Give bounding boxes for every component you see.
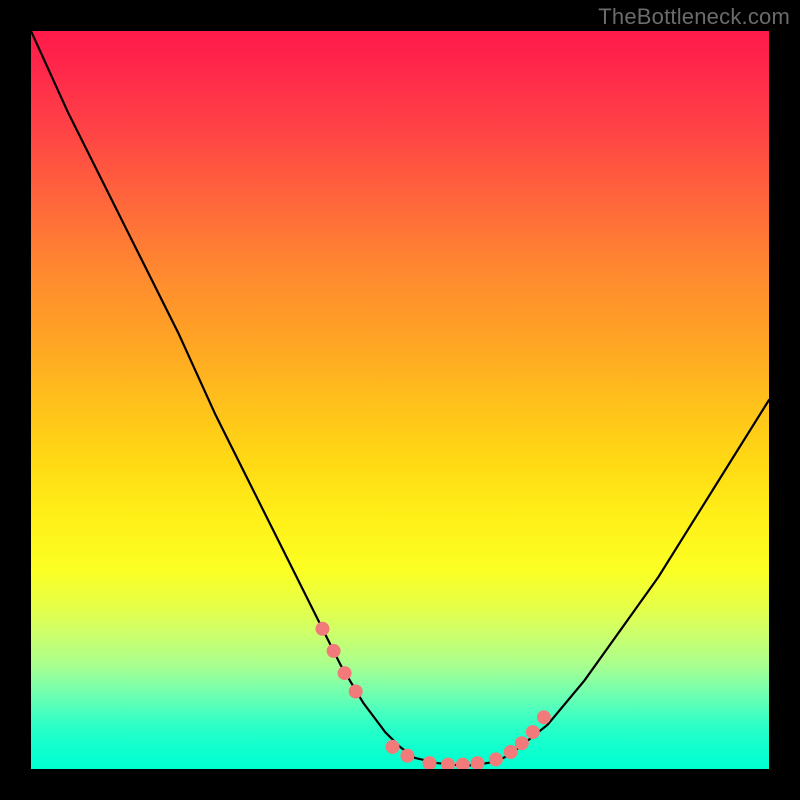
highlight-dot xyxy=(456,758,470,769)
highlight-dot xyxy=(441,758,455,769)
highlight-dot xyxy=(471,756,485,769)
plot-area xyxy=(31,31,769,769)
chart-container: TheBottleneck.com xyxy=(0,0,800,800)
highlight-dot xyxy=(349,685,363,699)
highlight-dots-group xyxy=(316,622,551,769)
highlight-dot xyxy=(327,644,341,658)
curve-svg xyxy=(31,31,769,769)
highlight-dot xyxy=(515,736,529,750)
highlight-dot xyxy=(400,749,414,763)
highlight-dot xyxy=(423,756,437,769)
highlight-dot xyxy=(537,710,551,724)
highlight-dot xyxy=(489,752,503,766)
highlight-dot xyxy=(316,622,330,636)
highlight-dot xyxy=(504,745,518,759)
bottleneck-curve-path xyxy=(31,31,769,765)
watermark-text: TheBottleneck.com xyxy=(598,4,790,30)
highlight-dot xyxy=(338,666,352,680)
highlight-dot xyxy=(526,725,540,739)
highlight-dot xyxy=(386,740,400,754)
